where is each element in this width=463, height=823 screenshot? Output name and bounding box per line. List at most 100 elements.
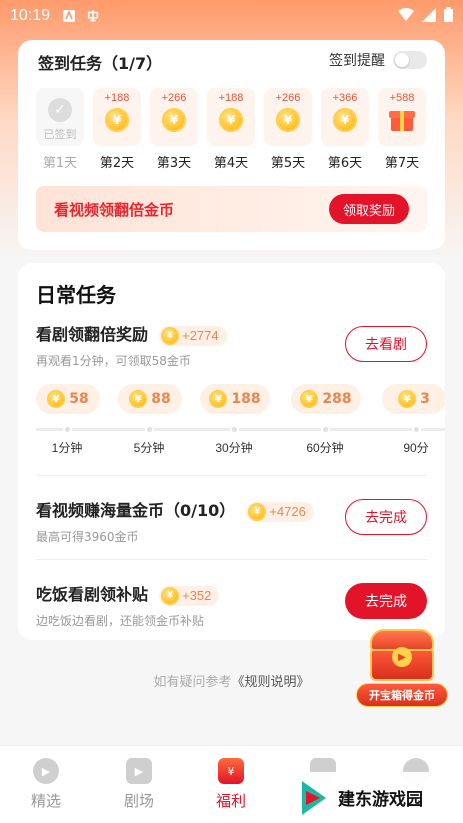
red-envelope-icon: ¥	[218, 758, 244, 784]
status-bar: 10:19	[0, 0, 463, 32]
milestone-coins: 3	[420, 391, 430, 407]
task-name: 看剧领翻倍奖励	[36, 325, 149, 344]
keyboard-icon	[62, 9, 76, 23]
nav-label: 精选	[30, 792, 61, 810]
task-bonus: +352	[182, 588, 212, 603]
claim-reward-button[interactable]: 领取奖励	[328, 194, 409, 224]
task-bonus-badge: ¥ +4726	[246, 501, 314, 522]
progress-dot	[63, 425, 72, 434]
signin-day-name: 第2天	[99, 156, 135, 171]
signin-day-6[interactable]: +366 ¥ 第6天	[321, 88, 369, 171]
signin-day-box: +188 ¥	[93, 88, 141, 146]
coin-icon: ¥	[161, 586, 180, 605]
milestone-coins: 58	[69, 391, 89, 407]
coin-icon: ¥	[209, 390, 228, 408]
progress-dot	[145, 425, 154, 434]
treasure-label: 开宝箱得金币	[356, 683, 448, 707]
milestone-time: 60分钟	[306, 441, 344, 455]
signin-day-box: +266 ¥	[150, 88, 198, 146]
signin-day-3[interactable]: +266 ¥ 第3天	[150, 88, 198, 171]
app-notification-icon	[86, 9, 100, 23]
signin-day-name: 第3天	[156, 156, 192, 171]
double-reward-text: 看视频领翻倍金币	[54, 200, 175, 219]
task-name: 看视频赚海量金币（0/10）	[36, 501, 236, 520]
coin-icon: ¥	[129, 390, 148, 408]
signin-day-name: 第1天	[42, 156, 78, 171]
signin-card: 签到任务（1/7） 签到提醒 ✓ 已签到 第1天 +188 ¥ 第2天 +266…	[18, 40, 445, 250]
double-reward-bar: 看视频领翻倍金币 领取奖励	[36, 186, 427, 232]
task-bonus: +2774	[182, 328, 219, 343]
watermark: 建东游戏园	[296, 772, 463, 823]
watermark-text: 建东游戏园	[338, 790, 423, 810]
progress-dot	[230, 425, 239, 434]
milestone-badge: ¥ 288	[291, 384, 361, 414]
signin-reminder-label: 签到提醒	[329, 53, 385, 69]
milestone-time: 90分	[403, 441, 429, 455]
signin-day-5[interactable]: +266 ¥ 第5天	[264, 88, 312, 171]
signal-icon	[422, 7, 436, 26]
complete-video-task-button[interactable]: 去完成	[345, 499, 427, 535]
signin-day-box: ✓ 已签到	[36, 88, 84, 146]
coin-icon: ¥	[219, 108, 243, 132]
signin-day-4[interactable]: +188 ¥ 第4天	[207, 88, 255, 171]
signin-day-7[interactable]: +588 第7天	[378, 88, 426, 171]
signin-day-state: 已签到	[43, 128, 77, 141]
coin-icon: ¥	[161, 326, 180, 345]
milestone-coins: 88	[151, 391, 171, 407]
milestone-time: 30分钟	[215, 441, 253, 455]
progress-dot	[321, 425, 330, 434]
daily-tasks-title: 日常任务	[36, 283, 116, 307]
wifi-icon	[398, 7, 414, 26]
task-meal-subsidy: 吃饭看剧领补贴 ¥ +352 边吃饭边看剧，还能领金币补贴	[36, 581, 220, 629]
coin-icon: ¥	[300, 390, 319, 408]
nav-label: 剧场	[123, 792, 154, 810]
milestone-badge: ¥ 188	[200, 384, 270, 414]
coin-icon: ¥	[47, 390, 66, 408]
gift-icon	[389, 107, 415, 133]
milestone-badge: ¥ 88	[118, 384, 182, 414]
task-bonus-badge: ¥ +2774	[159, 325, 227, 346]
coin-icon: ¥	[105, 108, 129, 132]
task-subtitle: 最高可得3960金币	[36, 529, 139, 544]
task-watch-video: 看视频赚海量金币（0/10） ¥ +4726 最高可得3960金币	[36, 497, 314, 545]
signin-day-reward: +366	[332, 92, 358, 104]
signin-day-name: 第7天	[384, 156, 420, 171]
milestone-coins: 288	[322, 391, 352, 407]
nav-item-theater[interactable]: ▶ 剧场	[109, 758, 169, 811]
signin-reminder: 签到提醒	[329, 50, 427, 70]
nav-item-featured[interactable]: ▶ 精选	[16, 758, 76, 811]
complete-meal-task-button[interactable]: 去完成	[345, 583, 427, 619]
watermark-logo-icon	[302, 780, 330, 815]
progress-dot	[412, 425, 421, 434]
status-right	[398, 6, 453, 26]
milestone-badge: ¥ 3	[382, 384, 445, 414]
task-subtitle: 再观看1分钟，可领取58金币	[36, 353, 191, 368]
signin-days: ✓ 已签到 第1天 +188 ¥ 第2天 +266 ¥ 第3天 +188 ¥ 第…	[36, 88, 426, 171]
daily-tasks-card: 日常任务 看剧领翻倍奖励 ¥ +2774 再观看1分钟，可领取58金币 去看剧 …	[18, 263, 445, 640]
signin-day-2[interactable]: +188 ¥ 第2天	[93, 88, 141, 171]
task-name: 吃饭看剧领补贴	[36, 585, 149, 604]
signin-reminder-toggle[interactable]	[393, 51, 427, 69]
signin-day-reward: +188	[104, 92, 130, 104]
progress-track	[36, 428, 445, 431]
status-time: 10:19	[10, 7, 51, 24]
go-watch-button[interactable]: 去看剧	[345, 326, 427, 362]
milestone-time: 5分钟	[133, 441, 165, 455]
coin-icon: ¥	[162, 108, 186, 132]
signin-title: 签到任务（1/7）	[38, 54, 163, 73]
signin-day-reward: +188	[218, 92, 244, 104]
milestone-time: 1分钟	[51, 441, 83, 455]
signin-day-box: +588	[378, 88, 426, 146]
task-watch-drama: 看剧领翻倍奖励 ¥ +2774 再观看1分钟，可领取58金币	[36, 321, 227, 369]
coin-icon: ¥	[333, 108, 357, 132]
signin-day-name: 第6天	[327, 156, 363, 171]
nav-item-welfare[interactable]: ¥ 福利	[201, 758, 261, 811]
rules-link[interactable]: 《规则说明》	[232, 675, 310, 690]
treasure-chest-button[interactable]: ▶ 开宝箱得金币	[356, 627, 448, 709]
nav-label: 福利	[215, 792, 246, 810]
coin-icon: ¥	[248, 502, 267, 521]
tv-icon: ▶	[126, 758, 152, 784]
signin-day-1: ✓ 已签到 第1天	[36, 88, 84, 171]
watch-progress: ¥ 58 ¥ 88 ¥ 188 ¥ 288 ¥ 3 1分钟 5分钟 30分钟 6…	[36, 384, 445, 464]
signin-day-reward: +266	[161, 92, 187, 104]
